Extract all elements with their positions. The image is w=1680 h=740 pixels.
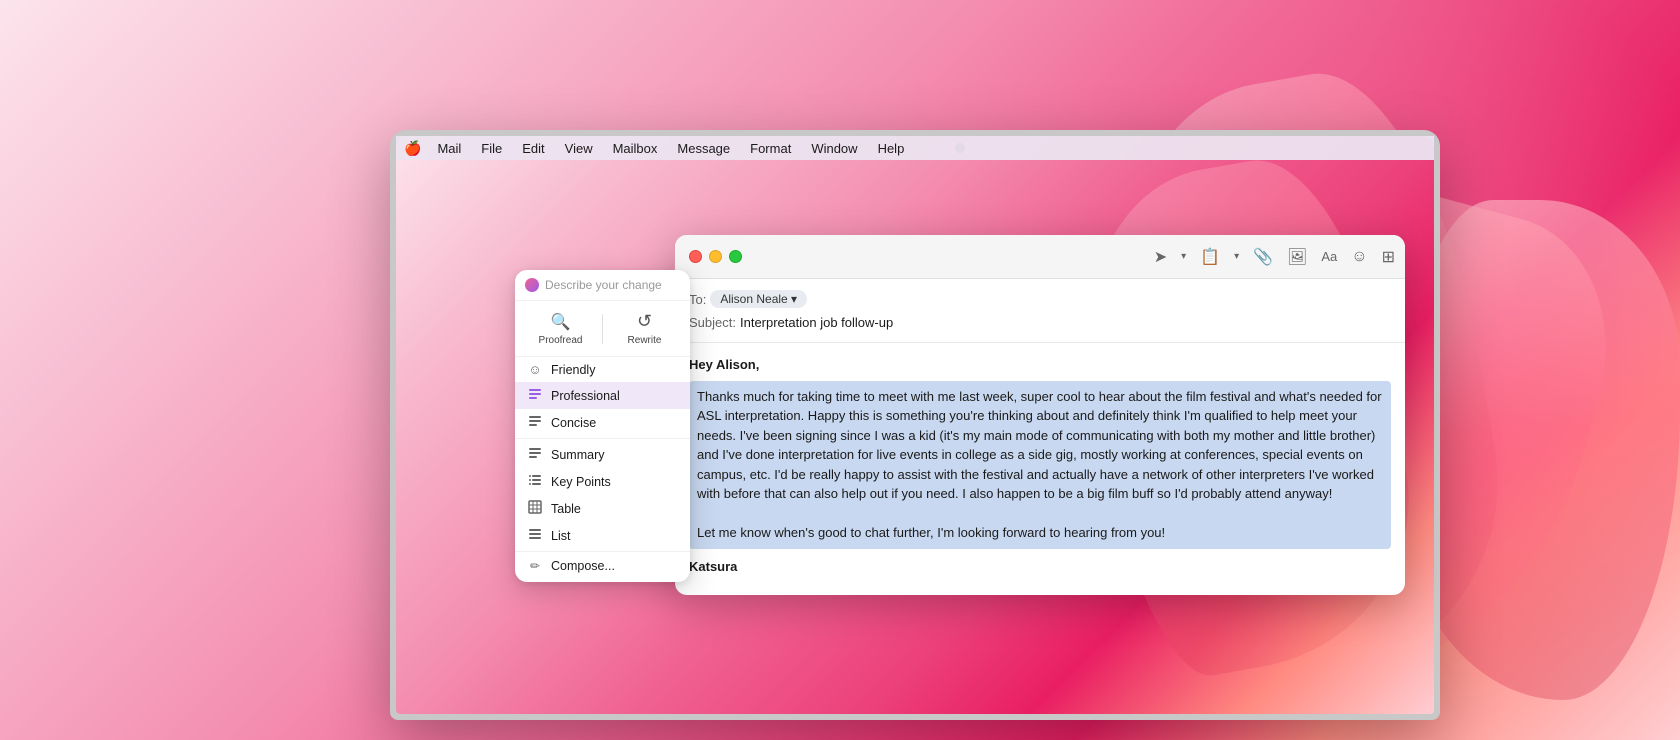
list-label: List [551,529,570,543]
ai-gradient-icon [525,278,539,292]
menu-item-summary[interactable]: Summary [515,441,690,468]
menubar-view[interactable]: View [557,139,601,158]
proofread-label: Proofread [539,335,583,346]
divider-1 [515,438,690,439]
menubar-mailbox[interactable]: Mailbox [605,139,666,158]
fullscreen-button[interactable] [729,250,742,263]
to-label: To: [689,292,706,307]
proofread-icon: 🔍 [551,312,571,332]
table-label: Table [551,502,581,516]
rewrite-button[interactable]: ↺ Rewrite [607,307,682,350]
recipient-tag[interactable]: Alison Neale ▾ [710,290,807,308]
menu-item-keypoints[interactable]: Key Points [515,468,690,495]
mail-paragraph1: Thanks much for taking time to meet with… [697,389,1382,502]
compose-label: Compose... [551,559,615,573]
rewrite-icon: ↺ [637,311,652,332]
emoji-icon[interactable]: ☺ [1351,248,1367,266]
compose-icon: ✏ [527,559,543,573]
friendly-icon: ☺ [527,362,543,377]
friendly-label: Friendly [551,363,595,377]
professional-label: Professional [551,389,620,403]
menu-item-professional[interactable]: Professional [515,382,690,409]
mail-header: To: Alison Neale ▾ Subject: Interpretati… [675,279,1405,343]
summary-label: Summary [551,448,604,462]
mail-to-field: To: Alison Neale ▾ [689,287,1391,311]
mail-body-selected-text: Thanks much for taking time to meet with… [689,381,1391,549]
note-icon[interactable]: 📋 [1200,247,1220,267]
traffic-lights [689,250,742,263]
keypoints-icon [527,473,543,490]
menu-item-concise[interactable]: Concise [515,409,690,436]
mail-greeting: Hey Alison, [689,355,1391,375]
menubar-mail[interactable]: Mail [429,139,469,158]
send-dropdown-icon[interactable]: ▾ [1181,251,1186,262]
divider-2 [515,551,690,552]
recipient-name: Alison Neale ▾ [720,292,797,306]
menubar-help[interactable]: Help [870,139,913,158]
menubar-file[interactable]: File [473,139,510,158]
mail-toolbar: ➤ ▾ 📋 ▾ 📎 🖼 Aa ☺ ⊞ [1154,247,1395,267]
mail-signature: Katsura [689,557,1391,577]
professional-icon [527,387,543,404]
keypoints-label: Key Points [551,475,611,489]
ai-search-bar[interactable]: Describe your change [515,270,690,301]
proofread-button[interactable]: 🔍 Proofread [523,308,598,350]
ai-actions-row: 🔍 Proofread ↺ Rewrite [515,301,690,357]
apple-menu-icon[interactable]: 🍎 [404,140,421,157]
ai-search-placeholder: Describe your change [545,278,662,292]
mail-body[interactable]: Hey Alison, Thanks much for taking time … [675,343,1405,588]
menubar-format[interactable]: Format [742,139,799,158]
more-icon[interactable]: ⊞ [1382,247,1395,267]
menu-item-table[interactable]: Table [515,495,690,522]
mail-titlebar: ➤ ▾ 📋 ▾ 📎 🖼 Aa ☺ ⊞ [675,235,1405,279]
attachment-icon[interactable]: 📎 [1253,247,1273,267]
menubar-edit[interactable]: Edit [514,139,552,158]
send-icon[interactable]: ➤ [1154,247,1167,267]
menubar-message[interactable]: Message [669,139,738,158]
menubar-window[interactable]: Window [803,139,865,158]
close-button[interactable] [689,250,702,263]
mail-subject-field: Subject: Interpretation job follow-up [689,311,1391,334]
mail-paragraph2: Let me know when's good to chat further,… [697,525,1165,540]
concise-icon [527,414,543,431]
concise-label: Concise [551,416,596,430]
menu-item-friendly[interactable]: ☺ Friendly [515,357,690,382]
photo-icon[interactable]: 🖼 [1287,247,1307,267]
minimize-button[interactable] [709,250,722,263]
menubar: 🍎 Mail File Edit View Mailbox Message Fo… [396,136,1434,160]
mail-compose-window: ➤ ▾ 📋 ▾ 📎 🖼 Aa ☺ ⊞ To: Alison Neale ▾ Su… [675,235,1405,595]
note-dropdown-icon[interactable]: ▾ [1234,251,1239,262]
subject-text: Interpretation job follow-up [740,315,893,330]
rewrite-label: Rewrite [628,335,662,346]
list-icon [527,527,543,544]
menu-item-compose[interactable]: ✏ Compose... [515,554,690,578]
ai-writing-assist-popup: Describe your change 🔍 Proofread ↺ Rewri… [515,270,690,582]
table-icon [527,500,543,517]
subject-label: Subject: [689,315,736,330]
menu-item-list[interactable]: List [515,522,690,549]
summary-icon [527,446,543,463]
font-icon[interactable]: Aa [1321,249,1337,264]
